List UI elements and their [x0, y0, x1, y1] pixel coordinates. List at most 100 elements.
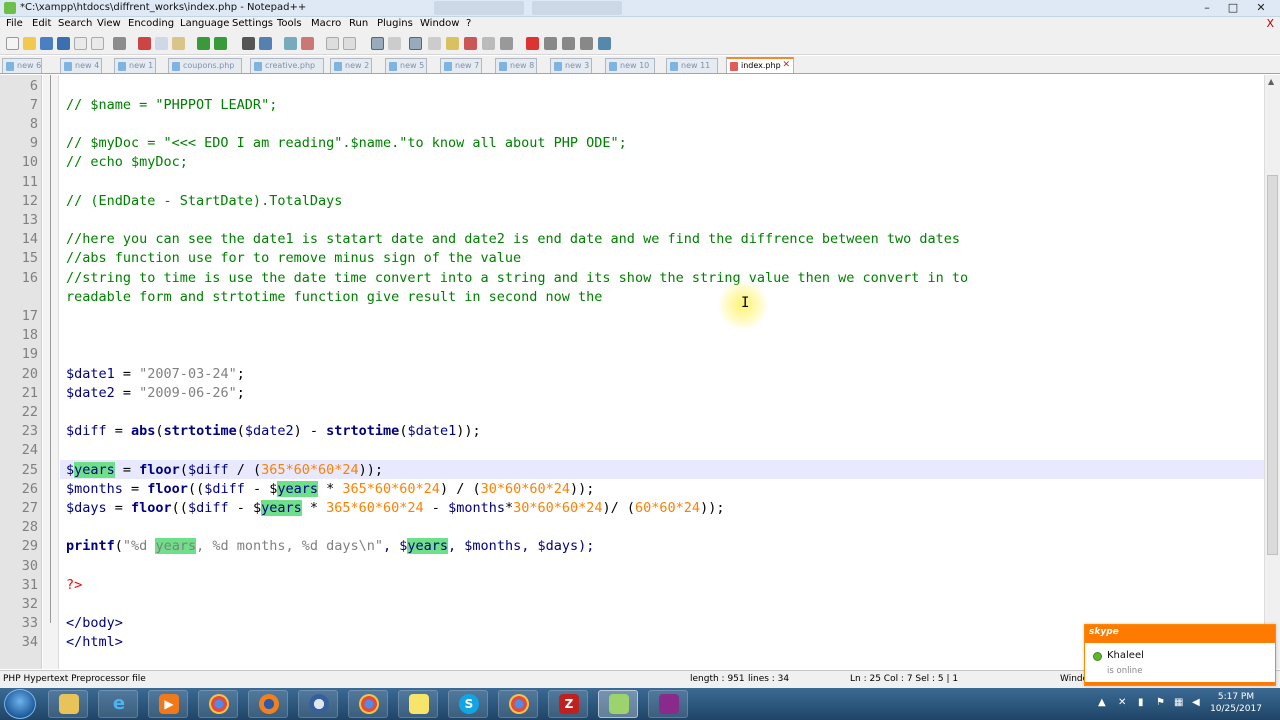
- tab-new-2[interactable]: new 2: [330, 58, 372, 73]
- indent-guide-icon[interactable]: [409, 37, 422, 50]
- line-number: 24: [21, 442, 38, 459]
- close-document-button[interactable]: X: [1266, 17, 1274, 30]
- save-macro-icon[interactable]: [598, 37, 611, 50]
- vertical-scrollbar[interactable]: ▲ ▼: [1264, 75, 1280, 669]
- find-icon[interactable]: [242, 37, 255, 50]
- network-icon[interactable]: ▦: [1174, 697, 1183, 708]
- run-macro-multiple-icon[interactable]: [580, 37, 593, 50]
- sticky-notes-icon[interactable]: [398, 690, 438, 718]
- copy-icon[interactable]: [155, 37, 168, 50]
- title-bar: *C:\xampp\htdocs\diffrent_works\index.ph…: [0, 0, 1280, 17]
- folder-workspace-icon[interactable]: [482, 37, 495, 50]
- paste-icon[interactable]: [172, 37, 185, 50]
- tab-creative-php[interactable]: creative.php: [250, 58, 324, 73]
- tab-new-6[interactable]: new 6: [2, 58, 42, 73]
- close-window-button[interactable]: ✕: [1248, 0, 1274, 16]
- close-file-icon[interactable]: [74, 37, 87, 50]
- stop-macro-icon[interactable]: [544, 37, 557, 50]
- notepad-plus-plus-icon[interactable]: [598, 690, 638, 718]
- menu-macro[interactable]: Macro: [311, 18, 341, 29]
- menu-settings[interactable]: Settings: [232, 18, 273, 29]
- scroll-thumb[interactable]: [1267, 175, 1278, 555]
- media-player-icon[interactable]: ▶: [148, 690, 188, 718]
- tab-new-1[interactable]: new 1: [114, 58, 156, 73]
- chrome-icon[interactable]: [348, 690, 388, 718]
- sync-vertical-icon[interactable]: [326, 37, 339, 50]
- menu-run[interactable]: Run: [349, 18, 368, 29]
- menu-plugins[interactable]: Plugins: [377, 18, 413, 29]
- new-file-icon[interactable]: [6, 37, 19, 50]
- zoom-in-icon[interactable]: [284, 37, 297, 50]
- show-all-chars-icon[interactable]: [388, 37, 401, 50]
- udl-icon[interactable]: [428, 37, 441, 50]
- maximize-button[interactable]: □: [1220, 0, 1246, 16]
- menu-view[interactable]: View: [97, 18, 121, 29]
- tray-app-icon[interactable]: ✕: [1118, 697, 1126, 708]
- close-tab-icon[interactable]: ✕: [782, 60, 790, 70]
- replace-icon[interactable]: [259, 37, 272, 50]
- filezilla-icon[interactable]: Z: [548, 690, 588, 718]
- file-icon: [389, 62, 397, 71]
- tab-index-php[interactable]: index.php ✕: [726, 57, 794, 73]
- system-clock[interactable]: 5:17 PM 10/25/2017: [1210, 691, 1262, 715]
- tab-new-7[interactable]: new 7: [440, 58, 482, 73]
- notification-progress: [1085, 682, 1275, 685]
- word-wrap-icon[interactable]: [371, 37, 384, 50]
- sync-horizontal-icon[interactable]: [343, 37, 356, 50]
- tab-new-3[interactable]: new 3: [550, 58, 592, 73]
- menu-encoding[interactable]: Encoding: [128, 18, 174, 29]
- redo-icon[interactable]: [214, 37, 227, 50]
- menu-window[interactable]: Window: [420, 18, 459, 29]
- function-list-icon[interactable]: [464, 37, 477, 50]
- cut-icon[interactable]: [138, 37, 151, 50]
- internet-explorer-icon[interactable]: e: [98, 690, 138, 718]
- close-all-icon[interactable]: [91, 37, 104, 50]
- record-macro-icon[interactable]: [526, 37, 539, 50]
- undo-icon[interactable]: [197, 37, 210, 50]
- tab-new-5[interactable]: new 5: [385, 58, 427, 73]
- line-number: 27: [21, 499, 38, 516]
- print-icon[interactable]: [113, 37, 126, 50]
- menu-tools[interactable]: Tools: [277, 18, 302, 29]
- save-all-icon[interactable]: [57, 37, 70, 50]
- chrome-icon[interactable]: [498, 690, 538, 718]
- menu-file[interactable]: File: [6, 18, 23, 29]
- minimize-button[interactable]: –: [1194, 0, 1220, 16]
- tab-coupons-php[interactable]: coupons.php: [168, 58, 242, 73]
- chrome-icon[interactable]: [198, 690, 238, 718]
- file-explorer-icon[interactable]: [48, 690, 88, 718]
- monitoring-icon[interactable]: [500, 37, 513, 50]
- scroll-up-icon[interactable]: ▲: [1268, 77, 1274, 86]
- open-file-icon[interactable]: [23, 37, 36, 50]
- line-number: 32: [21, 595, 38, 612]
- play-macro-icon[interactable]: [562, 37, 575, 50]
- menu-help[interactable]: ?: [466, 18, 471, 29]
- skype-icon[interactable]: S: [448, 690, 488, 718]
- tab-new-10[interactable]: new 10: [605, 58, 655, 73]
- line-number: 30: [21, 557, 38, 574]
- thunderbird-icon[interactable]: [298, 690, 338, 718]
- volume-icon[interactable]: ◀: [1192, 697, 1200, 708]
- fold-margin[interactable]: [43, 75, 59, 669]
- code-line-7: // $name = "PHPPOT LEADR";: [66, 96, 278, 113]
- doc-map-icon[interactable]: [446, 37, 459, 50]
- file-icon: [254, 62, 262, 71]
- menu-language[interactable]: Language: [180, 18, 229, 29]
- show-hidden-icons-icon[interactable]: ▲: [1098, 697, 1106, 708]
- skype-notification[interactable]: skype Khaleel is online: [1084, 624, 1276, 686]
- line-number: 9: [29, 135, 38, 152]
- firefox-icon[interactable]: [248, 690, 288, 718]
- menu-search[interactable]: Search: [58, 18, 92, 29]
- usb-icon[interactable]: ▮: [1138, 697, 1144, 708]
- line-number: 22: [21, 403, 38, 420]
- menu-edit[interactable]: Edit: [32, 18, 51, 29]
- tab-new-4[interactable]: new 4: [60, 58, 102, 73]
- tab-new-8[interactable]: new 8: [495, 58, 537, 73]
- start-button[interactable]: [4, 689, 36, 719]
- zoom-out-icon[interactable]: [301, 37, 314, 50]
- save-icon[interactable]: [40, 37, 53, 50]
- action-center-icon[interactable]: ⚑: [1156, 697, 1165, 708]
- remote-app-icon[interactable]: [648, 690, 688, 718]
- code-editor[interactable]: 6 7 8 9 10 11 12 13 14 15 16 17 18 19 20…: [0, 75, 1264, 669]
- tab-new-11[interactable]: new 11: [666, 58, 718, 73]
